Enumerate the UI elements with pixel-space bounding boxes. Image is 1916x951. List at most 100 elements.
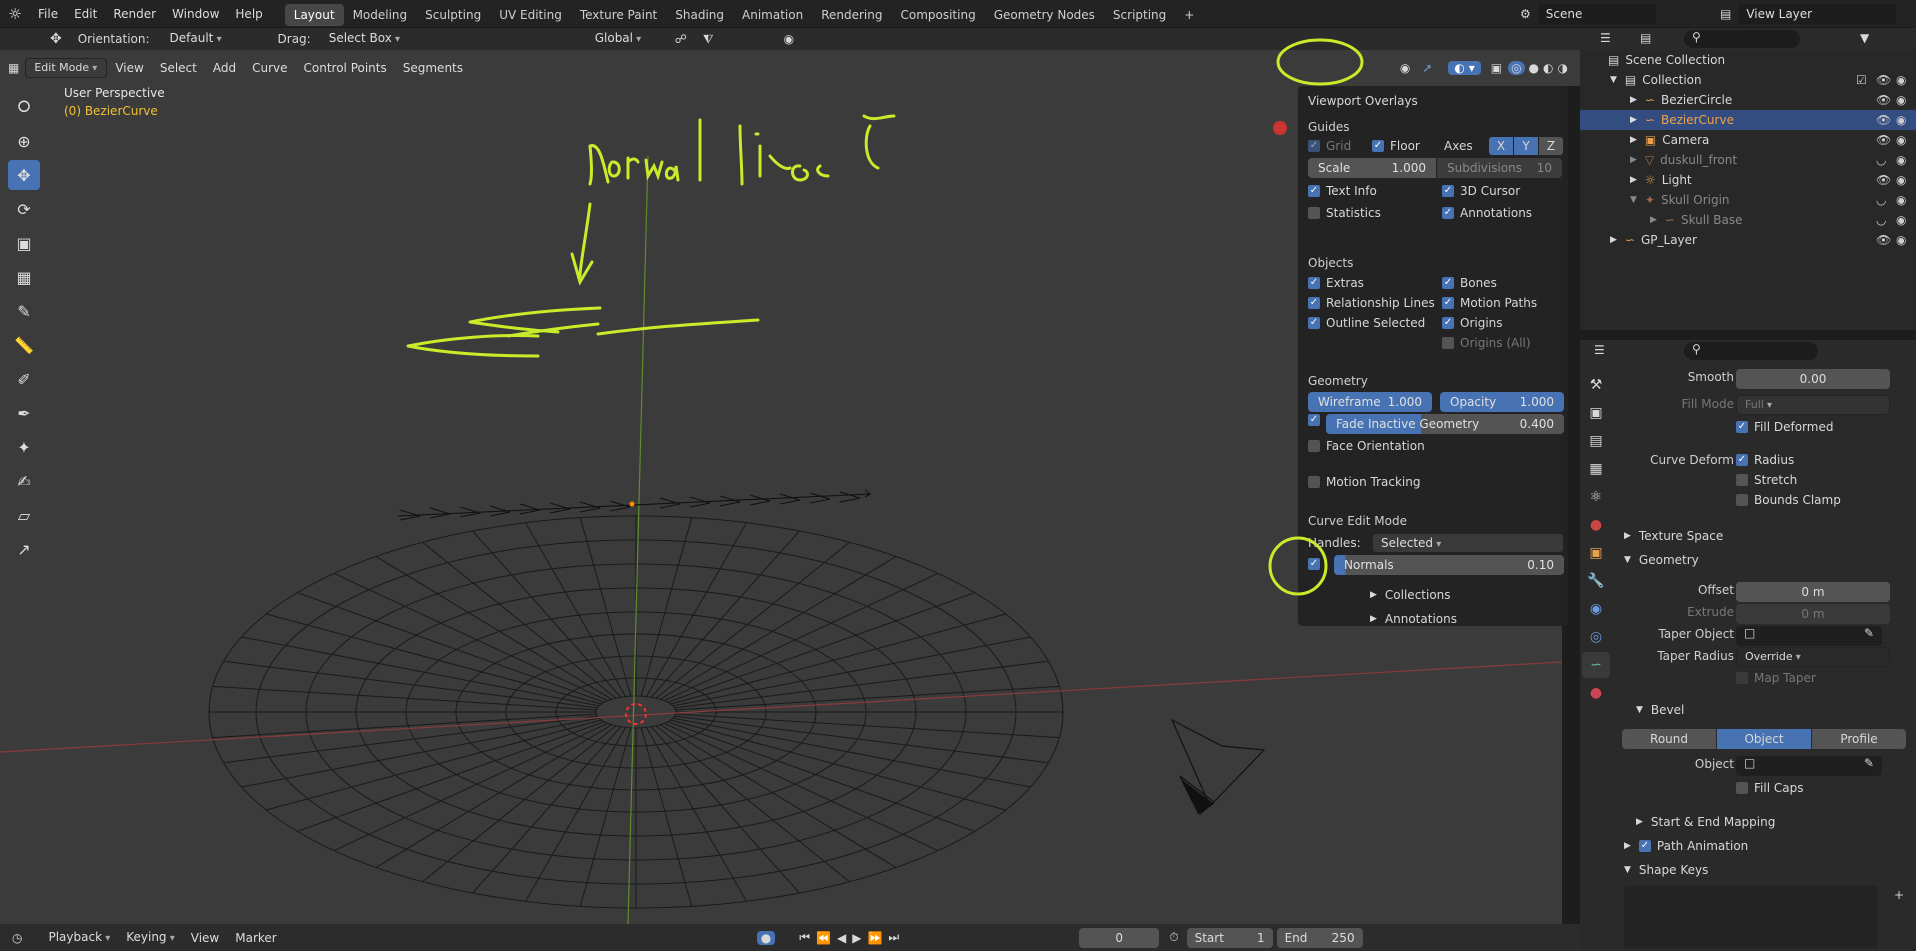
menu-curve[interactable]: Curve — [244, 58, 295, 78]
outliner-row-gp-layer[interactable]: ▶ ∽ GP_Layer 👁 ◉ — [1580, 230, 1916, 250]
tab-layout[interactable]: Layout — [284, 4, 344, 26]
subdivisions-slider[interactable]: Subdivisions 10 — [1437, 158, 1562, 178]
relationship-lines-checkbox[interactable] — [1308, 297, 1320, 309]
axis-y-toggle[interactable]: Y — [1514, 137, 1538, 155]
snap-icon[interactable]: ⧨ — [703, 32, 714, 47]
proportional-edit-icon[interactable]: ◉ — [784, 32, 794, 46]
display-mode-icon[interactable]: ▤ — [1640, 31, 1651, 45]
bevel-profile-button[interactable]: Profile — [1812, 729, 1906, 749]
menu-segments[interactable]: Segments — [395, 58, 471, 78]
eyedropper-icon[interactable]: ✎ — [1864, 626, 1874, 640]
menu-render[interactable]: Render — [105, 0, 164, 28]
handles-dropdown[interactable]: Selected — [1372, 533, 1564, 553]
view-layer-field[interactable]: View Layer — [1737, 3, 1898, 25]
draw-icon[interactable]: ✐ — [8, 364, 40, 394]
drag-dropdown[interactable]: Select Box — [321, 28, 411, 50]
scene-field[interactable]: Scene — [1536, 3, 1657, 25]
taper-radius-dropdown[interactable]: Override — [1736, 647, 1890, 667]
eye-hidden-icon[interactable]: ◡ — [1876, 150, 1886, 170]
tab-geometry-nodes[interactable]: Geometry Nodes — [985, 4, 1104, 26]
rotate-icon[interactable]: ⟳ — [8, 194, 40, 224]
menu-select[interactable]: Select — [152, 58, 205, 78]
xray-icon[interactable]: ▣ — [1491, 61, 1502, 75]
randomize-icon[interactable]: ▱ — [8, 500, 40, 530]
3d-cursor-checkbox[interactable] — [1442, 185, 1454, 197]
blender-logo-icon[interactable]: ☼ — [0, 5, 30, 23]
bones-checkbox[interactable] — [1442, 277, 1454, 289]
curve-data-tab-icon[interactable]: ∽ — [1582, 652, 1610, 678]
camera-icon[interactable]: ◉ — [1896, 230, 1906, 250]
camera-icon[interactable]: ◉ — [1896, 170, 1906, 190]
annotations-checkbox[interactable] — [1442, 207, 1454, 219]
next-keyframe-icon[interactable]: ⏩ — [867, 931, 882, 945]
camera-icon[interactable]: ◉ — [1896, 210, 1906, 230]
render-tab-icon[interactable]: ▣ — [1582, 400, 1610, 426]
wireframe-slider[interactable]: Wireframe 1.000 — [1308, 392, 1432, 412]
camera-icon[interactable]: ◉ — [1896, 150, 1906, 170]
cursor-icon[interactable]: ⊕ — [8, 126, 40, 156]
extrude-icon[interactable]: ↗ — [8, 534, 40, 564]
scene-collection-row[interactable]: ▤ Scene Collection — [1580, 50, 1916, 70]
overlays-button[interactable]: ◐ ▾ — [1448, 61, 1481, 75]
play-icon[interactable]: ▶ — [852, 931, 861, 945]
tab-texture-paint[interactable]: Texture Paint — [571, 4, 666, 26]
add-shape-key-icon[interactable]: + — [1894, 888, 1904, 902]
gizmo-icon[interactable]: ➚ — [1422, 61, 1432, 75]
fade-inactive-checkbox[interactable] — [1308, 414, 1320, 426]
pen-icon[interactable]: ✒ — [8, 398, 40, 428]
radius-icon[interactable]: ✍ — [8, 466, 40, 496]
timeline-view-menu[interactable]: View — [183, 927, 227, 949]
eye-icon[interactable]: 👁 — [1876, 70, 1891, 90]
jump-start-icon[interactable]: ⏮ — [799, 930, 810, 945]
view-layer-selector[interactable]: ▤ View Layer — [1720, 3, 1898, 25]
outliner-row-beziercircle[interactable]: ▶ ∽ BezierCircle 👁 ◉ — [1580, 90, 1916, 110]
scale-icon[interactable]: ▣ — [8, 228, 40, 258]
fill-mode-dropdown[interactable]: Full — [1736, 395, 1890, 415]
tab-modeling[interactable]: Modeling — [344, 4, 417, 26]
eye-icon[interactable]: 👁 — [1876, 110, 1891, 130]
modifier-tab-icon[interactable]: 🔧 — [1582, 568, 1610, 594]
start-frame-field[interactable]: Start 1 — [1186, 927, 1273, 948]
scale-slider[interactable]: Scale 1.000 — [1308, 158, 1436, 178]
stretch-checkbox[interactable] — [1736, 474, 1748, 486]
statistics-checkbox[interactable] — [1308, 207, 1320, 219]
transform-orientation-dropdown[interactable]: Global — [587, 28, 661, 50]
grid-checkbox[interactable] — [1308, 140, 1320, 152]
eye-icon[interactable]: 👁 — [1876, 130, 1891, 150]
path-animation-panel[interactable]: ▶ Path Animation — [1624, 839, 1748, 853]
stopwatch-icon[interactable]: ⏱ — [1169, 930, 1178, 945]
origins-checkbox[interactable] — [1442, 317, 1454, 329]
bevel-panel[interactable]: ▼ Bevel — [1636, 703, 1684, 717]
pivot-icon[interactable]: ☍ — [675, 32, 687, 46]
properties-type-icon[interactable]: ☰ — [1594, 343, 1605, 357]
end-frame-field[interactable]: End 250 — [1276, 927, 1363, 948]
filter-icon[interactable]: ▼ — [1860, 31, 1869, 45]
editor-type-icon[interactable]: ▦ — [8, 61, 19, 75]
collections-panel-header[interactable]: ▶ Collections — [1370, 588, 1451, 602]
tab-rendering[interactable]: Rendering — [812, 4, 891, 26]
outliner-row-skull-origin[interactable]: ▼ ✦ Skull Origin ◡ ◉ — [1580, 190, 1916, 210]
current-frame-field[interactable]: 0 — [1079, 927, 1160, 948]
offset-field[interactable]: 0 m — [1736, 582, 1890, 602]
origins-all-checkbox[interactable] — [1442, 337, 1454, 349]
eye-hidden-icon[interactable]: ◡ — [1876, 210, 1886, 230]
eye-icon[interactable]: 👁 — [1876, 170, 1891, 190]
tab-sculpting[interactable]: Sculpting — [416, 4, 490, 26]
tab-compositing[interactable]: Compositing — [891, 4, 984, 26]
move-icon[interactable]: ✥ — [8, 160, 40, 190]
menu-view[interactable]: View — [107, 58, 151, 78]
tool-tab-icon[interactable]: ⚒ — [1582, 372, 1610, 398]
menu-add[interactable]: Add — [205, 58, 244, 78]
record-button-icon[interactable]: ● — [756, 930, 776, 945]
menu-control-points[interactable]: Control Points — [296, 58, 395, 78]
axis-x-toggle[interactable]: X — [1489, 137, 1513, 155]
annotations-panel-header[interactable]: ▶ Annotations — [1370, 612, 1457, 626]
camera-icon[interactable]: ◉ — [1896, 190, 1906, 210]
menu-help[interactable]: Help — [227, 0, 270, 28]
motion-tracking-checkbox[interactable] — [1308, 476, 1320, 488]
mode-dropdown[interactable]: Edit Mode — [25, 58, 108, 78]
path-animation-checkbox[interactable] — [1638, 840, 1651, 852]
particles-tab-icon[interactable]: ◉ — [1582, 596, 1610, 622]
tab-scripting[interactable]: Scripting — [1104, 4, 1175, 26]
axis-z-toggle[interactable]: Z — [1539, 137, 1563, 155]
